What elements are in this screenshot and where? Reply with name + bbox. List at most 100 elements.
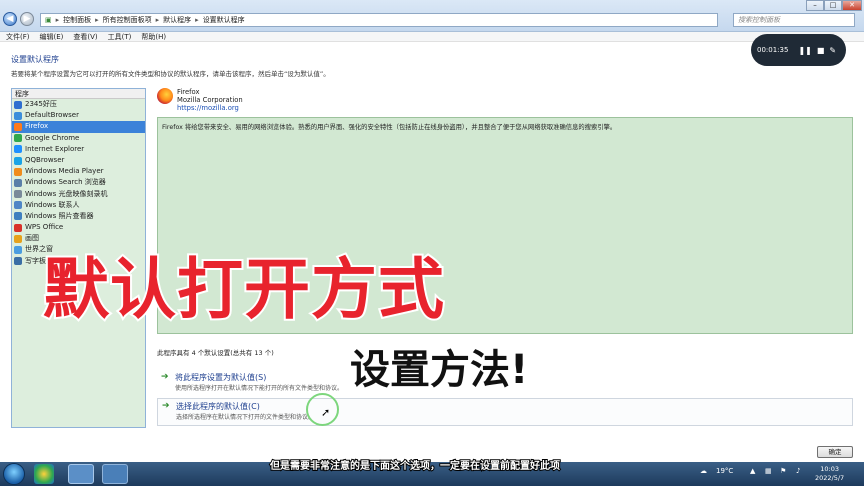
- close-button[interactable]: ✕: [842, 0, 862, 11]
- program-list-item[interactable]: Windows 照片查看器: [12, 211, 145, 222]
- defaults-count: 此程序具有 4 个默认设置(总共有 13 个): [157, 349, 274, 357]
- program-icon: [14, 178, 22, 187]
- program-label: Internet Explorer: [25, 144, 85, 153]
- pen-icon[interactable]: ✎: [829, 46, 836, 55]
- program-label: Windows Search 浏览器: [25, 178, 106, 187]
- volume-icon[interactable]: ♪: [796, 467, 800, 475]
- app-name: Firefox: [177, 88, 200, 96]
- stop-icon[interactable]: ■: [817, 46, 825, 55]
- program-list-header: 程序: [12, 89, 145, 99]
- maximize-button[interactable]: □: [824, 0, 842, 11]
- chevron-right-icon: ▸: [55, 16, 60, 24]
- program-list-item[interactable]: Google Chrome: [12, 133, 145, 144]
- video-subtitle: 但是需要非常注意的是下面这个选项，一定要在设置前配置好此项: [269, 460, 561, 473]
- program-list-item[interactable]: Firefox: [12, 121, 145, 133]
- program-icon: [14, 134, 22, 143]
- program-icon: [14, 100, 22, 109]
- firefox-logo-icon: [157, 88, 173, 104]
- menu-file[interactable]: 文件(F): [6, 32, 30, 42]
- menu-edit[interactable]: 编辑(E): [40, 32, 64, 42]
- back-button[interactable]: ◀: [3, 12, 17, 26]
- weather-icon: ☁: [700, 467, 707, 475]
- program-icon: [14, 190, 22, 199]
- program-label: 2345好压: [25, 100, 57, 108]
- chevron-right-icon: ▸: [95, 16, 99, 24]
- program-label: QQBrowser: [25, 155, 65, 164]
- program-list-item[interactable]: Windows 光盘映像刻录机: [12, 189, 145, 200]
- menu-view[interactable]: 查看(V): [73, 32, 97, 42]
- program-list-item[interactable]: Windows Media Player: [12, 166, 145, 177]
- program-list-item[interactable]: Windows 联系人: [12, 200, 145, 211]
- overlay-subheadline: 设置方法!: [348, 346, 529, 395]
- program-list-item[interactable]: Windows Search 浏览器: [12, 177, 145, 188]
- program-label: WPS Office: [25, 223, 64, 232]
- clock-time: 10:03: [820, 465, 839, 473]
- chevron-right-icon: ▸: [155, 16, 160, 24]
- menu-bar: 文件(F) 编辑(E) 查看(V) 工具(T) 帮助(H): [0, 32, 864, 42]
- weather-temp: 19°C: [716, 467, 734, 475]
- address-bar[interactable]: ▣ ▸ 控制面板 ▸ 所有控制面板项 ▸ 默认程序 ▸ 设置默认程序: [40, 13, 718, 27]
- start-button[interactable]: [3, 463, 25, 485]
- action-description: 选择所选程序在默认情况下打开的文件类型和协议。: [176, 414, 315, 421]
- menu-help[interactable]: 帮助(H): [141, 32, 166, 42]
- overlay-headline: 默认打开方式: [41, 249, 446, 330]
- window-titlebar: ◀ ▶ ▣ ▸ 控制面板 ▸ 所有控制面板项 ▸ 默认程序 ▸ 设置默认程序 搜…: [0, 0, 864, 32]
- pause-icon[interactable]: ❚❚: [798, 46, 811, 55]
- browser-icon[interactable]: [34, 464, 54, 484]
- tray-expand-icon[interactable]: ▲: [750, 467, 755, 475]
- breadcrumb-item[interactable]: 所有控制面板项: [103, 15, 152, 25]
- program-icon: [14, 167, 22, 176]
- choose-defaults-action[interactable]: ➔ 选择此程序的默认值(C) 选择所选程序在默认情况下打开的文件类型和协议。: [157, 398, 853, 426]
- forward-button[interactable]: ▶: [20, 12, 34, 26]
- app-description: Firefox 将给您带来安全、易用的网络浏览体验。熟悉的用户界面、强化的安全特…: [162, 124, 617, 131]
- program-list-item[interactable]: WPS Office: [12, 222, 145, 233]
- page-description: 若要将某个程序设置为它可以打开的所有文件类型和协议的默认程序，请单击该程序，然后…: [11, 70, 330, 78]
- program-list-item[interactable]: 2345好压: [12, 99, 145, 110]
- program-label: Windows 照片查看器: [25, 211, 94, 220]
- clock-date: 2022/5/7: [815, 474, 845, 482]
- app-publisher: Mozilla Corporation: [177, 96, 243, 104]
- window-taskbar-icon[interactable]: [102, 464, 128, 484]
- control-panel-icon: ▣: [45, 16, 52, 24]
- program-list-item[interactable]: QQBrowser: [12, 155, 145, 166]
- taskbar-clock[interactable]: 10:03 2022/5/7: [815, 465, 844, 483]
- menu-tools[interactable]: 工具(T): [108, 32, 132, 42]
- ok-button[interactable]: 确定: [817, 446, 853, 458]
- page-title: 设置默认程序: [11, 55, 59, 64]
- green-arrow-icon: ➔: [161, 372, 169, 382]
- app-url-link[interactable]: https://mozilla.org: [177, 104, 243, 112]
- control-panel-taskbar-icon[interactable]: [68, 464, 94, 484]
- program-label: Windows 联系人: [25, 200, 80, 209]
- program-label: 画图: [25, 234, 39, 243]
- program-icon: [14, 234, 22, 243]
- app-info: Firefox Mozilla Corporation https://mozi…: [177, 88, 243, 112]
- search-input[interactable]: 搜索控制面板: [733, 13, 855, 27]
- program-icon: [14, 212, 22, 221]
- mouse-cursor-icon: ➚: [321, 406, 331, 419]
- screen-recorder-widget: 00:01:35 ❚❚ ■ ✎: [751, 34, 846, 66]
- program-list-item[interactable]: DefaultBrowser: [12, 110, 145, 121]
- program-icon: [14, 257, 22, 266]
- program-label: Google Chrome: [25, 133, 80, 142]
- program-icon: [14, 201, 22, 210]
- breadcrumb-item[interactable]: 设置默认程序: [203, 15, 245, 25]
- green-arrow-icon: ➔: [162, 401, 170, 411]
- program-label: Windows Media Player: [25, 167, 104, 176]
- program-list-item[interactable]: Internet Explorer: [12, 144, 145, 155]
- network-icon[interactable]: ▦: [765, 467, 772, 475]
- program-label: Firefox: [25, 122, 49, 131]
- program-label: DefaultBrowser: [25, 111, 79, 120]
- program-label: Windows 光盘映像刻录机: [25, 189, 108, 198]
- breadcrumb-item[interactable]: 默认程序: [163, 15, 191, 25]
- program-icon: [14, 156, 22, 165]
- recording-time: 00:01:35: [757, 46, 789, 54]
- flag-icon[interactable]: ⚑: [780, 467, 786, 475]
- minimize-button[interactable]: –: [806, 0, 824, 11]
- program-icon: [14, 246, 22, 255]
- program-icon: [14, 145, 22, 154]
- program-icon: [14, 111, 22, 120]
- chevron-right-icon: ▸: [195, 16, 199, 24]
- breadcrumb-item[interactable]: 控制面板: [63, 15, 91, 25]
- action-title: 选择此程序的默认值(C): [176, 402, 260, 411]
- program-icon: [14, 223, 22, 232]
